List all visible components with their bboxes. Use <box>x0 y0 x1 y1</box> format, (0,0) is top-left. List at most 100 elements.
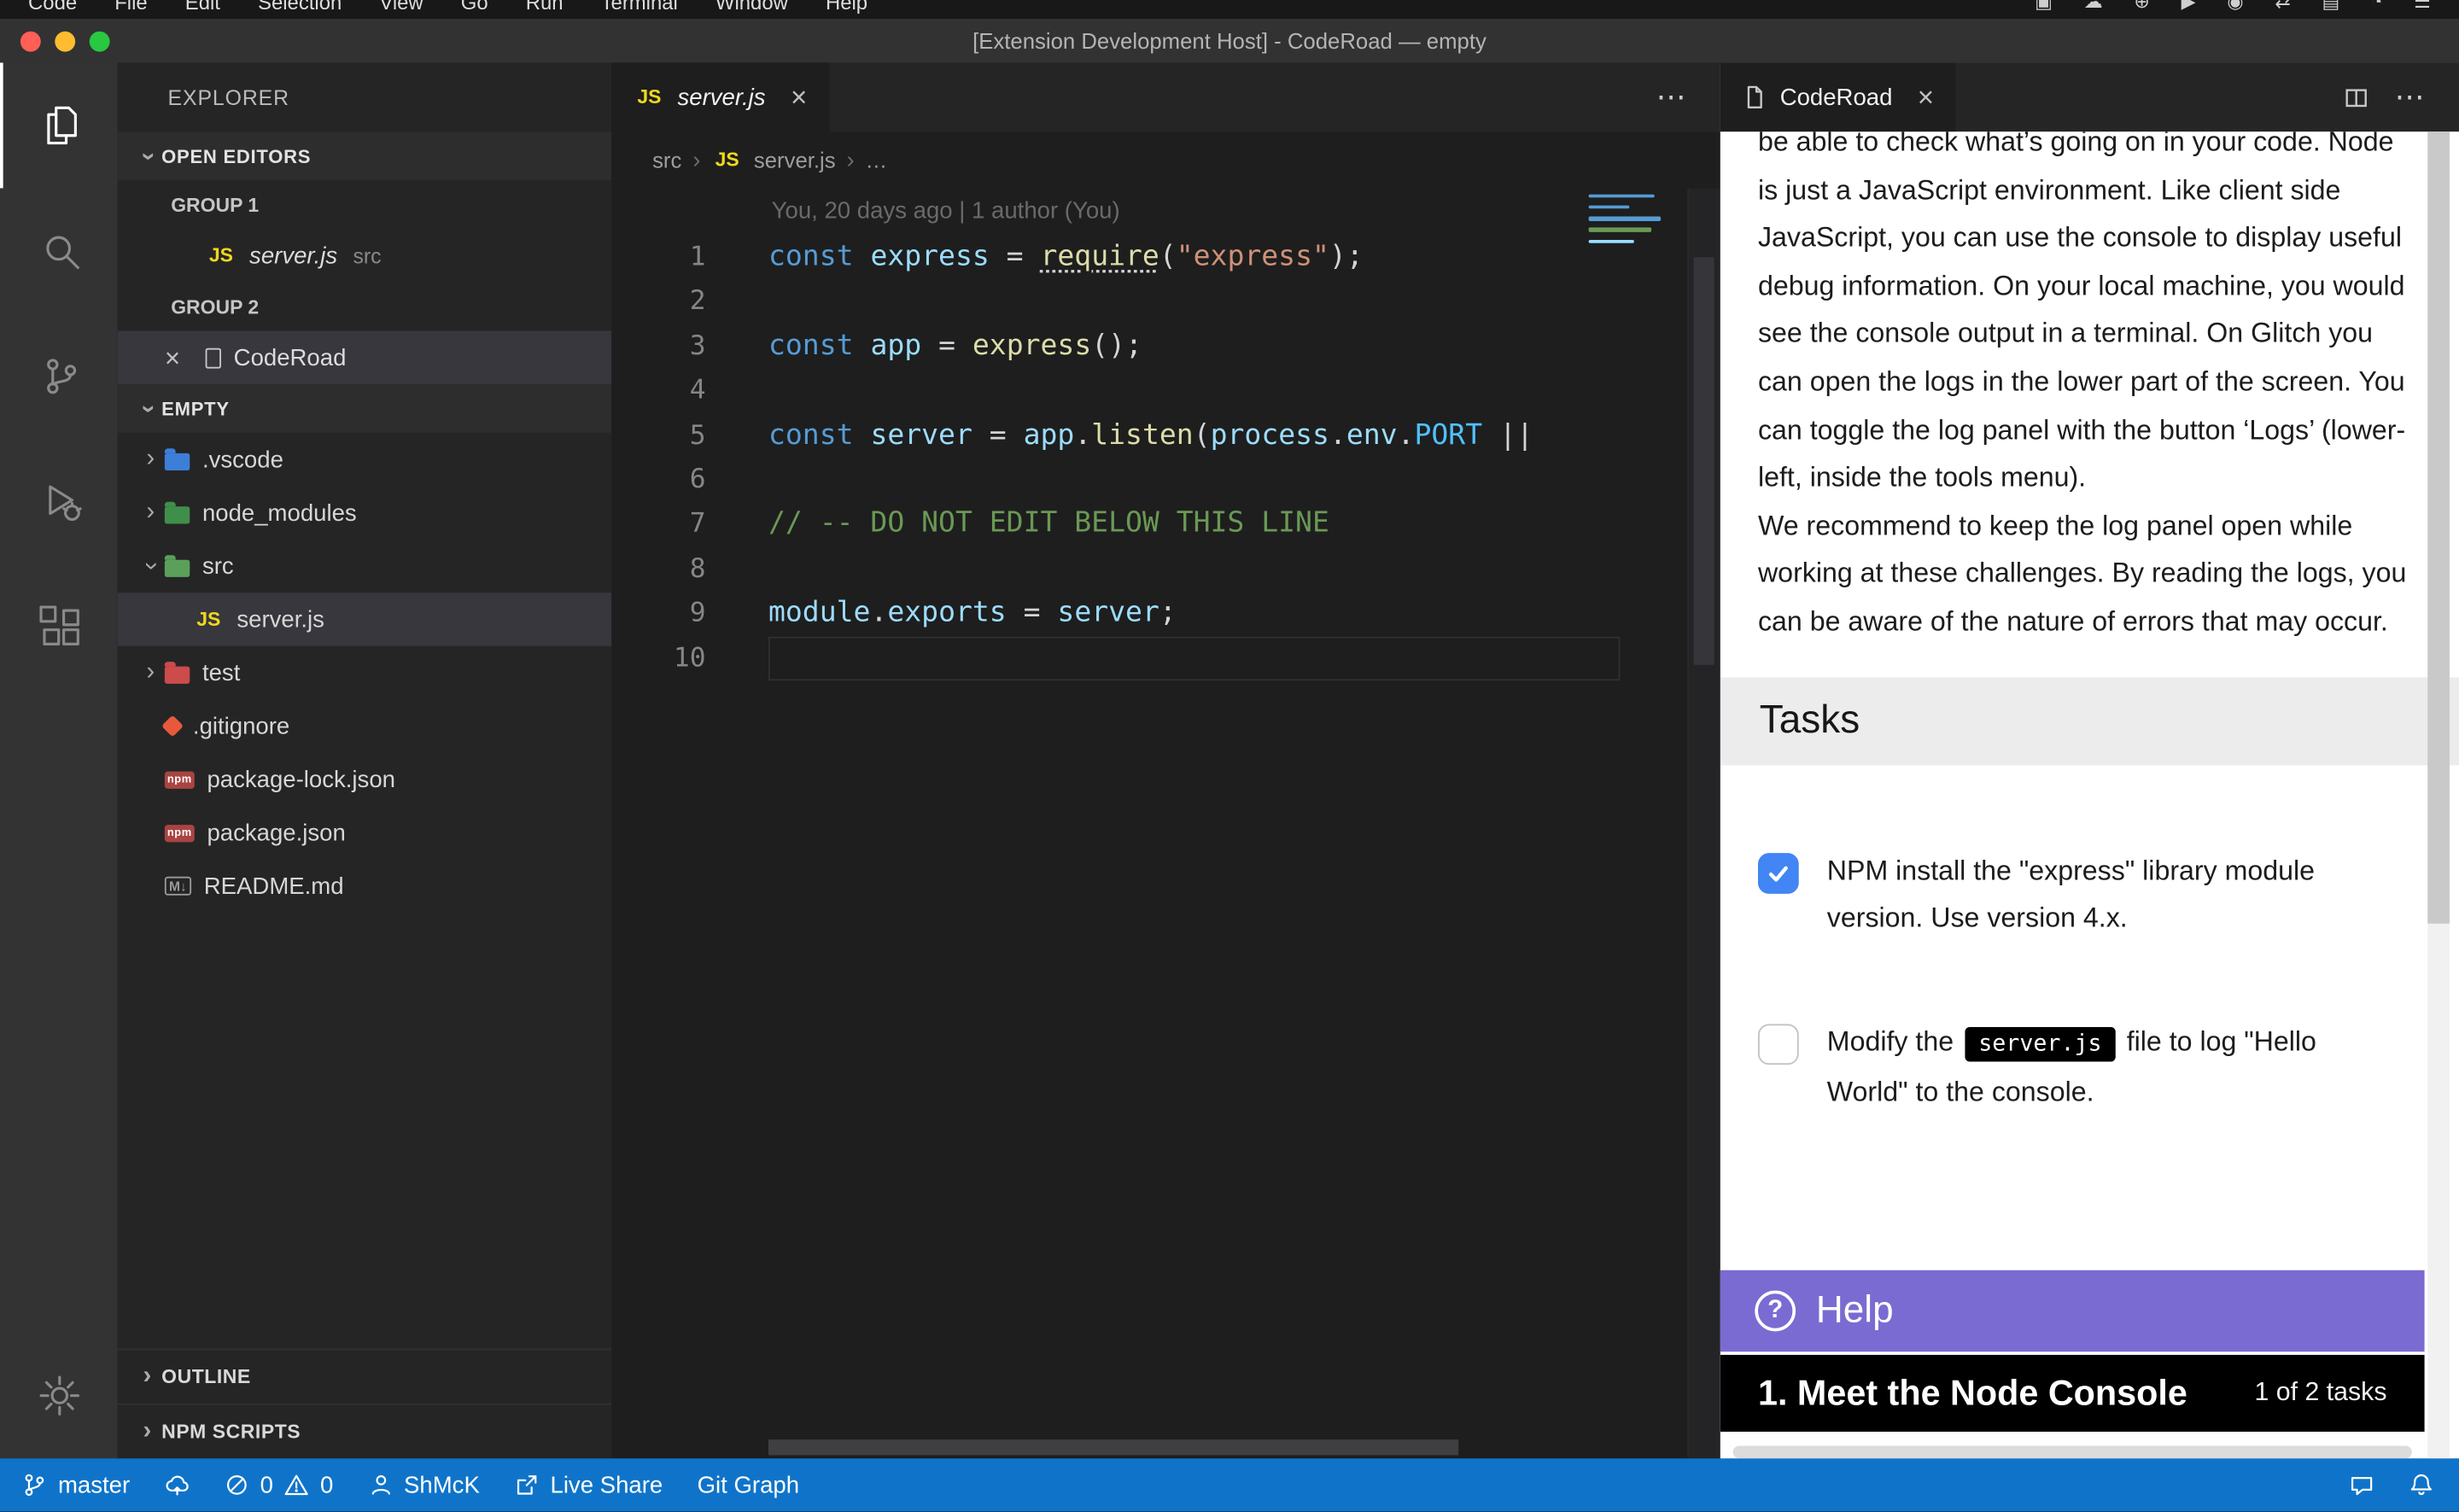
status-git-graph[interactable]: Git Graph <box>698 1472 799 1498</box>
open-editors-label: OPEN EDITORS <box>161 145 311 167</box>
code-editor[interactable]: You, 20 days ago | 1 author (You) 1const… <box>611 188 1720 1458</box>
gear-icon <box>35 1372 82 1419</box>
menu-edit[interactable]: Edit <box>185 0 220 14</box>
activity-extensions[interactable] <box>0 564 118 690</box>
code-line-1[interactable]: 1const express = require("express"); <box>611 236 1720 280</box>
activity-run-debug[interactable] <box>0 439 118 564</box>
chevron-right-icon: › <box>846 147 854 173</box>
tree-item-src[interactable]: ›src <box>118 540 612 593</box>
status-account[interactable]: ShMcK <box>368 1472 480 1498</box>
status-feedback[interactable] <box>2349 1473 2374 1497</box>
close-icon[interactable]: × <box>791 81 807 114</box>
code-line-2[interactable]: 2 <box>611 280 1720 324</box>
task-checkbox[interactable] <box>1758 852 1799 893</box>
breadcrumb-folder[interactable]: src <box>652 148 681 172</box>
git-branch-icon <box>37 353 84 400</box>
code-line-5[interactable]: 5const server = app.listen(process.env.P… <box>611 413 1720 458</box>
tab-server-js[interactable]: JS server.js × <box>611 62 829 131</box>
tree-item-vscode[interactable]: ›.vscode <box>118 433 612 486</box>
menubar-status-icon[interactable]: ⊕ <box>2134 0 2149 13</box>
code-line-8[interactable]: 8 <box>611 547 1720 592</box>
code-token <box>854 329 871 362</box>
editor-group-label-group-1: GROUP 1 <box>118 180 612 229</box>
horizontal-scrollbar[interactable] <box>768 1439 1458 1455</box>
breadcrumb-more[interactable]: … <box>866 148 888 172</box>
code-line-10[interactable]: 10 <box>611 636 1720 680</box>
settings-button[interactable] <box>0 1349 114 1443</box>
tree-item-readme-md[interactable]: M↓README.md <box>118 860 612 913</box>
more-actions-icon[interactable]: ⋯ <box>1656 79 1686 115</box>
menu-terminal[interactable]: Terminal <box>601 0 678 14</box>
help-button[interactable]: ? Help <box>1720 1270 2425 1352</box>
tree-item-gitignore[interactable]: .gitignore <box>118 699 612 752</box>
menu-view[interactable]: View <box>379 0 423 14</box>
menu-go[interactable]: Go <box>461 0 488 14</box>
search-icon <box>37 227 84 274</box>
code-line-3[interactable]: 3const app = express(); <box>611 324 1720 369</box>
status-branch[interactable]: master <box>22 1472 130 1498</box>
minimap[interactable] <box>1589 195 1664 248</box>
status-live-share[interactable]: Live Share <box>514 1472 663 1498</box>
close-icon[interactable]: × <box>165 344 206 371</box>
line-number: 5 <box>611 413 768 458</box>
chevron-right-icon: › <box>133 1363 161 1391</box>
split-editor-icon[interactable] <box>2343 84 2369 110</box>
tree-item-test[interactable]: ›test <box>118 646 612 699</box>
close-window-button[interactable] <box>20 31 41 51</box>
section-npm-scripts[interactable]: ›NPM SCRIPTS <box>118 1404 612 1458</box>
task-checkbox[interactable] <box>1758 1024 1799 1065</box>
tree-item-server-js[interactable]: JSserver.js <box>118 593 612 645</box>
menu-code[interactable]: Code <box>28 0 77 14</box>
panel-scrollbar[interactable] <box>2427 131 2450 1458</box>
code-text <box>768 547 1620 592</box>
more-actions-icon[interactable]: ⋯ <box>2395 79 2425 115</box>
activity-explorer[interactable] <box>0 62 118 188</box>
node-file-icon <box>165 506 190 523</box>
status-problems[interactable]: 0 0 <box>224 1472 333 1498</box>
activity-source-control[interactable] <box>0 313 118 439</box>
menu-window[interactable]: Window <box>716 0 788 14</box>
open-editors-header[interactable]: › OPEN EDITORS <box>118 131 612 180</box>
bell-icon <box>2409 1473 2433 1497</box>
code-line-7[interactable]: 7// -- DO NOT EDIT BELOW THIS LINE <box>611 502 1720 546</box>
vscode-file-icon <box>165 453 190 470</box>
lesson-footer[interactable]: 1. Meet the Node Console 1 of 2 tasks <box>1720 1355 2425 1432</box>
menubar-status-icon[interactable]: ▤ <box>2322 0 2340 13</box>
code-token: require <box>1040 240 1159 273</box>
vertical-scrollbar[interactable] <box>1687 188 1720 1458</box>
menu-selection[interactable]: Selection <box>258 0 342 14</box>
open-editor-coderoad[interactable]: ×CodeRoad <box>118 331 612 384</box>
code-line-4[interactable]: 4 <box>611 369 1720 413</box>
menubar-status-icon[interactable]: ▣ <box>2035 0 2053 13</box>
activity-search[interactable] <box>0 188 118 313</box>
menu-help[interactable]: Help <box>826 0 867 14</box>
tab-coderoad[interactable]: CodeRoad × <box>1720 62 1956 131</box>
scrollbar-thumb[interactable] <box>1694 257 1714 665</box>
file-tree: ›.vscode›node_modules›srcJSserver.js›tes… <box>118 433 612 913</box>
code-line-9[interactable]: 9module.exports = server; <box>611 592 1720 636</box>
js-file-icon: JS <box>711 148 743 172</box>
minimize-window-button[interactable] <box>55 31 75 51</box>
task-list: NPM install the "express" library module… <box>1720 846 2459 1117</box>
open-editor-server-js[interactable]: JSserver.jssrc <box>118 229 612 282</box>
breadcrumb-file[interactable]: server.js <box>754 148 836 172</box>
tree-item-package-json[interactable]: npmpackage.json <box>118 806 612 859</box>
section-outline[interactable]: ›OUTLINE <box>118 1349 612 1404</box>
menubar-status-icon[interactable]: ☰ <box>2414 0 2431 13</box>
menubar-status-icon[interactable]: ◔ <box>2371 0 2382 13</box>
tree-item-node-modules[interactable]: ›node_modules <box>118 486 612 539</box>
workspace-header[interactable]: › EMPTY <box>118 384 612 433</box>
status-sync[interactable] <box>165 1473 190 1497</box>
code-line-6[interactable]: 6 <box>611 458 1720 502</box>
tree-item-package-lock-json[interactable]: npmpackage-lock.json <box>118 753 612 806</box>
menubar-status-icon[interactable]: ◉ <box>2227 0 2243 13</box>
menu-run[interactable]: Run <box>526 0 564 14</box>
scrollbar-thumb[interactable] <box>2427 131 2450 924</box>
zoom-window-button[interactable] <box>90 31 110 51</box>
close-icon[interactable]: × <box>1918 81 1934 114</box>
menubar-status-icon[interactable]: ▶ <box>2182 0 2196 13</box>
menu-file[interactable]: File <box>114 0 147 14</box>
status-notifications[interactable] <box>2409 1473 2433 1497</box>
menubar-status-icon[interactable]: ⇄ <box>2275 0 2290 13</box>
menubar-status-icon[interactable]: ☁ <box>2084 0 2103 13</box>
